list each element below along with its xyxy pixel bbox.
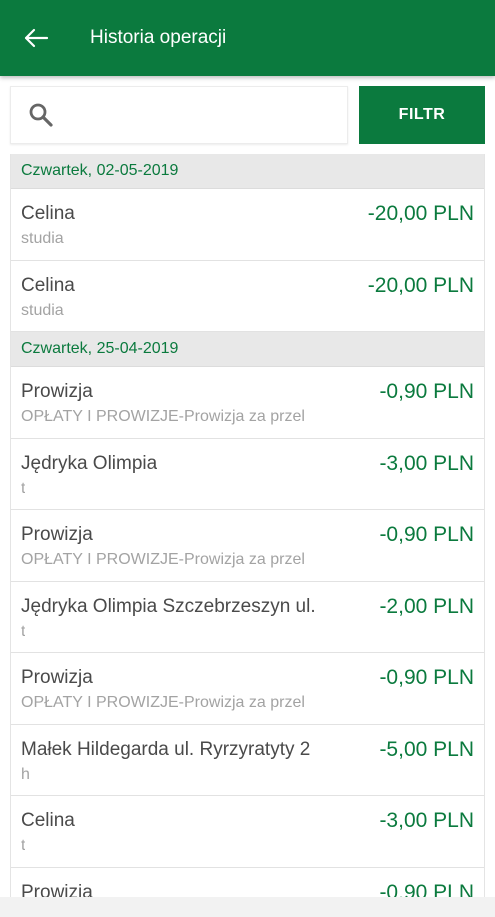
back-button[interactable] (0, 0, 72, 76)
transaction-amount: -5,00 PLN (379, 737, 474, 761)
transaction-description: t (21, 837, 26, 854)
transaction-row[interactable]: Celina t -3,00 PLN (11, 796, 484, 868)
transaction-row[interactable]: Celina studia -20,00 PLN (11, 261, 484, 332)
transaction-amount: -20,00 PLN (367, 273, 474, 297)
transaction-name: Prowizja (21, 667, 93, 688)
transaction-amount: -0,90 PLN (379, 880, 474, 898)
transaction-row[interactable]: Prowizja -0,90 PLN (11, 868, 484, 898)
date-section-header: Czwartek, 25-04-2019 (11, 332, 484, 367)
transaction-row[interactable]: Jędryka Olimpia Szczebrzeszyn ul. t -2,00 … (11, 582, 484, 653)
transaction-amount: -2,00 PLN (379, 594, 474, 618)
transaction-amount: -20,00 PLN (367, 202, 474, 225)
page-title: Historia operacji (90, 27, 227, 48)
transaction-description: t (21, 622, 26, 640)
transaction-name: Jędryka Olimpia Szczebrzeszyn ul. (21, 595, 316, 617)
transaction-amount: -0,90 PLN (379, 380, 474, 403)
bottom-bar (0, 897, 495, 917)
transaction-name: Celina (21, 203, 75, 224)
transaction-description: studia (21, 301, 64, 319)
search-icon (29, 103, 53, 127)
transaction-description: t (21, 479, 26, 497)
transaction-name: Jędryka Olimpia (21, 452, 158, 474)
search-box[interactable] (10, 86, 348, 144)
filter-button[interactable]: FILTR (359, 86, 485, 144)
app-bar: Historia operacji (0, 0, 495, 76)
transaction-amount: -3,00 PLN (379, 809, 474, 832)
arrow-left-icon (24, 28, 49, 48)
transaction-description: OPŁATY I PROWIZJE-Prowizja za przel (21, 551, 305, 568)
transaction-list[interactable]: Czwartek, 02-05-2019 Celina studia -20,00 P… (10, 154, 485, 897)
transaction-row[interactable]: Prowizja OPŁATY I PROWIZJE-Prowizja za pr… (11, 367, 484, 439)
transaction-name: Prowizja (21, 881, 93, 898)
transaction-description: h (21, 765, 30, 783)
transaction-name: Celina (21, 810, 75, 831)
date-section-header: Czwartek, 02-05-2019 (11, 154, 484, 189)
transaction-row[interactable]: Małek Hildegarda ul. Ryrzyratyty 2 h -5,00… (11, 725, 484, 796)
transaction-description: studia (21, 230, 64, 247)
transaction-name: Prowizja (21, 524, 93, 545)
search-row: FILTR (10, 86, 486, 144)
transaction-description: OPŁATY I PROWIZJE-Prowizja za przel (21, 408, 305, 425)
transaction-description: OPŁATY I PROWIZJE-Prowizja za przel (21, 694, 305, 711)
transaction-name: Prowizja (21, 381, 93, 402)
search-input[interactable] (64, 87, 347, 143)
transaction-row[interactable]: Celina studia -20,00 PLN (11, 189, 484, 261)
transaction-amount: -0,90 PLN (379, 523, 474, 546)
transaction-name: Małek Hildegarda ul. Ryrzyratyty 2 (21, 738, 311, 760)
transaction-amount: -0,90 PLN (379, 666, 474, 689)
transaction-amount: -3,00 PLN (379, 451, 474, 475)
transaction-name: Celina (21, 274, 75, 296)
transaction-row[interactable]: Prowizja OPŁATY I PROWIZJE-Prowizja za pr… (11, 653, 484, 725)
transaction-row[interactable]: Jędryka Olimpia t -3,00 PLN (11, 439, 484, 510)
transaction-row[interactable]: Prowizja OPŁATY I PROWIZJE-Prowizja za pr… (11, 510, 484, 582)
